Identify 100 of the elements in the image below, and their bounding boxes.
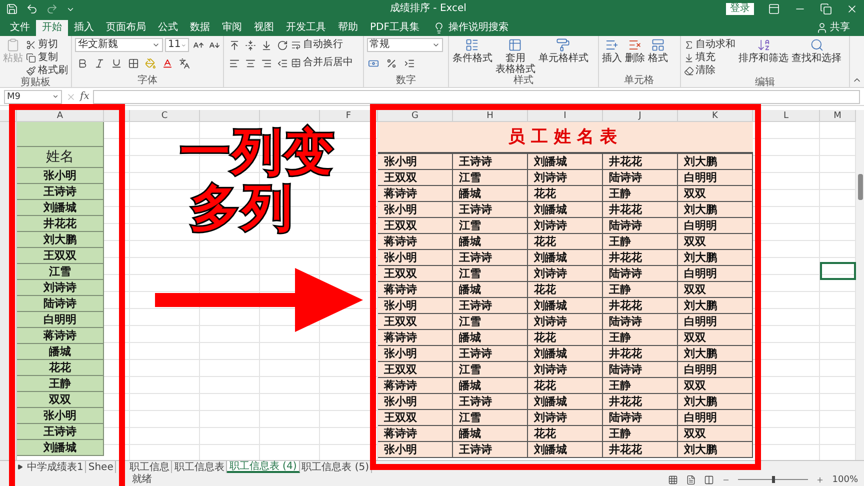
ribbon-tab[interactable]: 审阅 bbox=[216, 20, 248, 36]
function-button[interactable]: fx bbox=[80, 90, 90, 102]
ribbon-tab[interactable]: 页面布局 bbox=[100, 20, 152, 36]
table-cell: 江雪 bbox=[453, 410, 528, 426]
table-cell: 王双双 bbox=[378, 314, 453, 330]
column-header[interactable]: I bbox=[528, 110, 603, 122]
cut-button[interactable]: 剪切 bbox=[26, 38, 68, 51]
close-icon bbox=[846, 3, 858, 15]
align-right-icon bbox=[260, 58, 272, 68]
tell-me-search[interactable]: 操作说明搜索 bbox=[448, 22, 508, 34]
column-header[interactable]: J bbox=[603, 110, 678, 122]
table-cell: 双双 bbox=[678, 282, 753, 298]
number-format-field[interactable]: 常规 bbox=[366, 38, 443, 52]
fill-color-button[interactable] bbox=[143, 56, 157, 70]
table-cell: 白明明 bbox=[678, 170, 753, 186]
group-label: 剪贴板 bbox=[20, 77, 50, 89]
borders-button[interactable] bbox=[126, 56, 140, 70]
table-cell: 双双 bbox=[17, 392, 104, 408]
ribbon-tab[interactable]: 视图 bbox=[248, 20, 280, 36]
indent-decrease-icon bbox=[276, 58, 288, 68]
table-cell: 蒋诗诗 bbox=[378, 282, 453, 298]
column-header[interactable]: L bbox=[753, 110, 820, 122]
percent-icon bbox=[386, 58, 398, 68]
middle-align-icon bbox=[244, 40, 256, 50]
table-cell: 双双 bbox=[678, 426, 753, 442]
zoom-in-icon bbox=[816, 476, 824, 484]
shrink-font-icon bbox=[208, 40, 220, 50]
column-header[interactable]: H bbox=[453, 110, 528, 122]
format-painter-button[interactable]: 格式刷 bbox=[26, 64, 68, 77]
group-label: 编辑 bbox=[754, 77, 775, 89]
save-icon bbox=[6, 3, 18, 15]
overlay-caption: 一列变 bbox=[180, 124, 336, 180]
style-button[interactable]: 单元格样式 bbox=[538, 38, 588, 75]
cells-button[interactable]: 格式 bbox=[648, 38, 668, 75]
table-title: 员工姓名表 bbox=[378, 122, 753, 154]
bottom-align-icon bbox=[260, 40, 272, 50]
style-button[interactable]: 套用 表格格式 bbox=[495, 38, 536, 75]
table-cell: 陆诗诗 bbox=[603, 266, 678, 282]
find-select-button[interactable]: 查找和选择 bbox=[792, 38, 842, 77]
sign-in-button[interactable]: 登录 bbox=[726, 3, 754, 15]
group-label: 样式 bbox=[514, 75, 534, 87]
table-cell: 张小明 bbox=[378, 346, 453, 362]
table-cell: 井花花 bbox=[603, 202, 678, 218]
font-color-icon bbox=[162, 58, 172, 68]
table-cell: 王静 bbox=[17, 376, 104, 392]
fill-button[interactable]: 填充 bbox=[684, 51, 736, 64]
formula-input[interactable] bbox=[93, 90, 860, 104]
table-cell: 井花花 bbox=[603, 346, 678, 362]
scroll-tabs-icon[interactable] bbox=[17, 464, 23, 470]
merge-center-button[interactable]: 合并后居中 bbox=[291, 56, 353, 70]
ribbon-tab[interactable]: 帮助 bbox=[332, 20, 364, 36]
page-break-icon bbox=[704, 474, 714, 484]
cells-icon bbox=[650, 38, 665, 52]
ribbon-tab[interactable]: 文件 bbox=[4, 20, 36, 36]
clear-button[interactable]: 清除 bbox=[684, 64, 736, 77]
style-icon bbox=[465, 38, 480, 52]
vertical-scrollbar[interactable] bbox=[856, 110, 864, 460]
sheet-tab[interactable]: 职工信息表 (4) bbox=[227, 461, 300, 473]
table-cell: 刘诗诗 bbox=[528, 170, 603, 186]
column-header[interactable]: M bbox=[820, 110, 856, 122]
table-cell: 皤城 bbox=[453, 234, 528, 250]
share-button[interactable]: 共享 bbox=[830, 22, 850, 34]
table-cell: 井花花 bbox=[603, 154, 678, 170]
table-cell: 刘皤城 bbox=[528, 442, 603, 458]
cells-button[interactable]: 插入 bbox=[602, 38, 622, 75]
overlay-caption: 多列 bbox=[190, 180, 294, 236]
ribbon-tab[interactable]: PDF工具集 bbox=[364, 20, 426, 36]
table-cell: 刘皤城 bbox=[528, 202, 603, 218]
column-header[interactable]: C bbox=[130, 110, 200, 122]
column-header[interactable]: K bbox=[678, 110, 753, 122]
table-cell: 刘皤城 bbox=[528, 250, 603, 266]
font-name-field[interactable]: 华文新魏 bbox=[75, 38, 163, 52]
style-button[interactable]: 条件格式 bbox=[452, 38, 492, 75]
cells-button[interactable]: 删除 bbox=[624, 38, 645, 75]
autosum-button[interactable]: 自动求和 bbox=[684, 38, 736, 51]
table-cell: 花花 bbox=[528, 234, 603, 250]
table-cell: 蒋诗诗 bbox=[378, 234, 453, 250]
font-size-field[interactable]: 11 bbox=[165, 38, 189, 52]
orientation-icon bbox=[276, 40, 288, 50]
zoom-thumb[interactable] bbox=[772, 476, 775, 483]
ribbon-tab[interactable]: 开发工具 bbox=[280, 20, 332, 36]
name-box[interactable]: M9 bbox=[4, 90, 62, 104]
column-header[interactable]: G bbox=[378, 110, 453, 122]
middle-align-button[interactable] bbox=[243, 38, 257, 52]
wrap-text-button[interactable]: 自动换行 bbox=[291, 38, 343, 52]
style-icon bbox=[556, 38, 570, 52]
sort-filter-button[interactable]: 排序和筛选 bbox=[738, 38, 789, 77]
ribbon-tab[interactable]: 公式 bbox=[152, 20, 184, 36]
ribbon-tab[interactable]: 开始 bbox=[36, 20, 68, 36]
copy-button[interactable]: 复制 bbox=[26, 51, 68, 64]
find-select-icon bbox=[810, 38, 824, 52]
orientation-button[interactable] bbox=[275, 38, 289, 52]
table-cell: 王诗诗 bbox=[453, 250, 528, 266]
table-cell: 张小明 bbox=[378, 298, 453, 314]
column-header[interactable]: A bbox=[17, 110, 104, 122]
ribbon-tab[interactable]: 数据 bbox=[184, 20, 216, 36]
table-cell: 蒋诗诗 bbox=[378, 330, 453, 346]
zoom-slider[interactable] bbox=[738, 476, 808, 483]
column-header[interactable]: F bbox=[320, 110, 378, 122]
ribbon-tab[interactable]: 插入 bbox=[68, 20, 100, 36]
